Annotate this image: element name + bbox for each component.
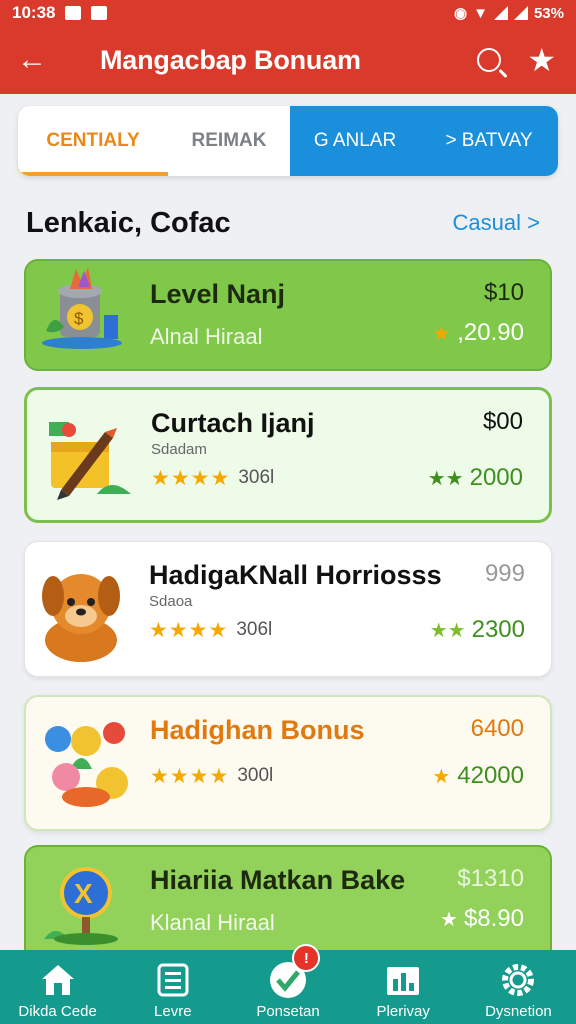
reward-star-icon: ★ (432, 322, 452, 345)
see-more-link[interactable]: Casual > (453, 210, 540, 236)
signal-icon-2 (513, 6, 528, 20)
card-row: ★★★★ 306l ★★ 2000 (151, 464, 523, 492)
bonus-card[interactable]: $ Level Nanj $10 Alnal Hiraal ★ ,20.90 (24, 259, 552, 371)
bottom-navigation: Dikda Cede Levre ! Ponsetan Plerivay Dys… (0, 944, 576, 1024)
wifi-icon: ▼ (473, 4, 488, 22)
card-body: Curtach Ijanj $00 Sdadam ★★★★ 306l ★★ 20… (145, 390, 549, 520)
coins-icon (26, 697, 144, 829)
bonus-card[interactable]: HadigaKNall Horriosss 999 Sdaoa ★★★★ 306… (24, 541, 552, 677)
list-icon (153, 961, 193, 999)
pencil-notepad-icon (27, 390, 145, 520)
card-title: Curtach Ijanj (151, 408, 315, 438)
card-row: Klanal Hiraal ★ $8.90 (150, 902, 524, 936)
card-price: $10 (483, 279, 524, 306)
card-reward: ★★ 2300 (430, 616, 525, 644)
card-price: $1310 (457, 865, 524, 892)
card-subtitle: Alnal Hiraal (150, 324, 263, 349)
card-title: Level Nanj (150, 279, 286, 309)
card-reward: ★ $8.90 (440, 905, 524, 933)
nav-label: Dikda Cede (18, 1003, 97, 1020)
card-body: Hiariia Matkan Bake $1310 Klanal Hiraal … (144, 847, 550, 963)
card-title: Hadighan Bonus (150, 715, 365, 745)
nav-label: Ponsetan (256, 1003, 320, 1020)
nav-item-home[interactable]: Dikda Cede (0, 950, 115, 1024)
rating-count: 300l (237, 765, 274, 786)
card-row: ★★★★ 306l ★★ 2300 (149, 616, 525, 644)
rating-stars: ★★★★ (150, 764, 230, 788)
favorite-star-icon[interactable]: ★ (527, 44, 556, 76)
notification-badge: ! (292, 944, 321, 972)
nav-item-check[interactable]: ! Ponsetan (230, 944, 345, 1024)
nav-label: Levre (154, 1003, 192, 1020)
page-title: Mangacbap Bonuam (100, 44, 361, 75)
card-row: ★★★★ 300l ★ 42000 (150, 762, 524, 790)
rating-stars: ★★★★ (149, 618, 229, 642)
section-heading: Lenkaic, Cofac (26, 206, 231, 239)
alarm-icon: ◉ (454, 5, 468, 22)
card-reward: ★ ,20.90 (432, 319, 524, 347)
card-reward: ★★ 2000 (428, 464, 523, 492)
reward-value: 2000 (469, 464, 523, 491)
reward-star-icon: ★★ (427, 467, 464, 490)
reward-star-icon: ★ (440, 908, 458, 931)
app-bar: ← Mangacbap Bonuam ★ (0, 26, 576, 94)
back-arrow-icon: ← (17, 43, 47, 76)
trophy-cup-icon: $ (26, 261, 144, 369)
card-reward: ★ 42000 (432, 762, 524, 790)
tab-group-blue: G ANLAR > BATVAY (290, 106, 558, 176)
back-button[interactable]: ← (0, 26, 64, 94)
card-body: Level Nanj $10 Alnal Hiraal ★ ,20.90 (144, 261, 550, 369)
section-header: Lenkaic, Cofac Casual > (26, 198, 540, 248)
card-price: $00 (482, 408, 523, 435)
home-icon (38, 961, 78, 999)
search-icon[interactable] (477, 48, 502, 72)
signal-icon (493, 6, 508, 20)
tab-ganlar[interactable]: G ANLAR (290, 106, 420, 176)
nav-item-list[interactable]: Levre (115, 950, 230, 1024)
reward-value: ,20.90 (457, 319, 524, 346)
bonus-card[interactable]: Hadighan Bonus 6400 ★★★★ 300l ★ 42000 (24, 695, 552, 831)
notification-icon (91, 6, 108, 20)
card-subtitle: Sdaoa (149, 593, 193, 610)
svg-text:$: $ (74, 309, 84, 328)
bonus-card[interactable]: X Hiariia Matkan Bake $1310 Klanal Hiraa… (24, 845, 552, 965)
card-subtitle: Sdadam (151, 441, 207, 458)
chart-icon (383, 961, 423, 999)
nav-label: Plerivay (376, 1003, 430, 1020)
card-price: 999 (484, 560, 525, 587)
rating-stars: ★★★★ (151, 466, 231, 490)
reward-value: 42000 (457, 762, 524, 789)
card-row: Alnal Hiraal ★ ,20.90 (150, 316, 524, 350)
reward-value: $8.90 (463, 905, 524, 932)
card-price: 6400 (470, 715, 524, 742)
gallery-icon (65, 6, 82, 20)
puppy-icon (25, 542, 143, 676)
tab-reimak[interactable]: REIMAK (168, 106, 290, 176)
tab-batvay[interactable]: > BATVAY (420, 106, 558, 176)
reward-star-icon: ★★ (429, 619, 466, 642)
bonus-card[interactable]: Curtach Ijanj $00 Sdadam ★★★★ 306l ★★ 20… (24, 387, 552, 523)
status-bar: 10:38 ◉ ▼ 53% (0, 0, 576, 26)
card-title: HadigaKNall Horriosss (149, 560, 442, 590)
gear-icon (498, 961, 538, 999)
nav-label: Dysnetion (485, 1003, 552, 1020)
nav-item-settings[interactable]: Dysnetion (461, 950, 576, 1024)
reward-value: 2300 (471, 616, 525, 643)
battery-text: 53% (533, 4, 564, 22)
svg-text:X: X (74, 878, 93, 909)
globe-icon: X (26, 847, 144, 963)
app-bar-actions: ★ (477, 44, 576, 76)
nav-item-chart[interactable]: Plerivay (346, 950, 461, 1024)
status-time: 10:38 (12, 3, 56, 22)
card-body: HadigaKNall Horriosss 999 Sdaoa ★★★★ 306… (143, 542, 551, 676)
rating-count: 306l (238, 467, 275, 488)
status-right: ◉ ▼ 53% (454, 4, 564, 23)
tab-centialy[interactable]: CENTIALY (18, 106, 168, 176)
rating-count: 306l (236, 619, 273, 640)
card-subtitle: Klanal Hiraal (150, 910, 275, 935)
card-body: Hadighan Bonus 6400 ★★★★ 300l ★ 42000 (144, 697, 550, 829)
reward-star-icon: ★ (432, 765, 452, 788)
filter-tabs: CENTIALY REIMAK G ANLAR > BATVAY (18, 106, 558, 176)
